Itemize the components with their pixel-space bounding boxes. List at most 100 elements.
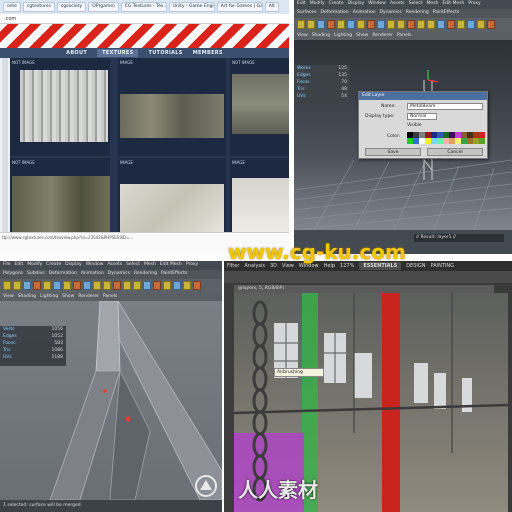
- shelf-tab[interactable]: Rendering: [134, 271, 157, 278]
- workspace-design[interactable]: DESIGN: [406, 263, 425, 269]
- shelf-tab[interactable]: PaintEffects: [161, 271, 187, 278]
- browser-tab[interactable]: cgsociety: [56, 2, 87, 12]
- shelf-tool-icon[interactable]: [327, 20, 335, 29]
- gallery-cell[interactable]: NOT IMAGE: [230, 58, 289, 156]
- document-tab[interactable]: @layers, 5, RGB/8#): [234, 285, 494, 293]
- shelf-tab[interactable]: Dynamics: [108, 271, 130, 278]
- viewport-menu-item[interactable]: Renderer: [372, 33, 393, 39]
- shelf-tool-icon[interactable]: [193, 281, 201, 290]
- viewport-menu-item[interactable]: Lighting: [40, 294, 58, 300]
- viewport-menu-item[interactable]: Show: [62, 294, 74, 300]
- layer-name-input[interactable]: MetalBeam: [407, 103, 483, 110]
- gallery-cell[interactable]: IMAGE: [118, 58, 226, 156]
- shelf-tool-icon[interactable]: [457, 20, 465, 29]
- viewport-menu-item[interactable]: Panels: [397, 33, 411, 39]
- browser-tab[interactable]: cgtextures: [22, 2, 55, 12]
- browser-tab[interactable]: Alt: [264, 2, 279, 12]
- shelf-tool-icon[interactable]: [163, 281, 171, 290]
- shelf-tool-icon[interactable]: [477, 20, 485, 29]
- shelf-tool-icon[interactable]: [387, 20, 395, 29]
- shelf-tool-icon[interactable]: [417, 20, 425, 29]
- viewport-menu-item[interactable]: View: [297, 33, 308, 39]
- texture-thumbnail[interactable]: [20, 70, 108, 142]
- shelf-tab[interactable]: Deformation: [321, 10, 349, 17]
- menu-item[interactable]: Proxy: [186, 262, 198, 269]
- menu-item[interactable]: Create: [46, 262, 61, 269]
- gallery-cell[interactable]: IMAGE: [230, 158, 289, 232]
- menu-item[interactable]: Select: [409, 1, 423, 8]
- menu-item[interactable]: Mesh: [426, 1, 438, 8]
- shelf-tool-icon[interactable]: [133, 281, 141, 290]
- viewport-menu-item[interactable]: Shading: [312, 33, 330, 39]
- address-bar[interactable]: .com: [0, 14, 289, 24]
- viewport-menu-item[interactable]: Renderer: [78, 294, 99, 300]
- menu-item[interactable]: Display: [65, 262, 82, 269]
- shelf-tool-icon[interactable]: [437, 20, 445, 29]
- selected-vertex[interactable]: [125, 416, 131, 422]
- browser-tab[interactable]: OP(game): [88, 2, 119, 12]
- nav-members[interactable]: MEMBERS: [193, 50, 223, 56]
- browser-tab[interactable]: Art for Games | Gam...: [216, 2, 263, 12]
- browser-tab[interactable]: ome: [3, 2, 21, 12]
- workspace-painting[interactable]: PAINTING: [431, 263, 454, 269]
- shelf-tool-icon[interactable]: [487, 20, 495, 29]
- shelf-tool-icon[interactable]: [123, 281, 131, 290]
- display-type-select[interactable]: Normal: [407, 113, 437, 120]
- shelf-tool-icon[interactable]: [377, 20, 385, 29]
- shelf-tool-icon[interactable]: [397, 20, 405, 29]
- viewport-menu-item[interactable]: Show: [356, 33, 368, 39]
- save-button[interactable]: Save: [365, 148, 421, 156]
- shelf-tool-icon[interactable]: [103, 281, 111, 290]
- nav-about[interactable]: ABOUT: [66, 50, 87, 56]
- menu-item[interactable]: Modify: [27, 262, 42, 269]
- shelf-tool-icon[interactable]: [337, 20, 345, 29]
- visible-checkbox[interactable]: Visible: [407, 123, 422, 128]
- shelf-tool-icon[interactable]: [427, 20, 435, 29]
- menu-item[interactable]: Assets: [107, 262, 122, 269]
- browser-tab[interactable]: Unity - Game Engine: [168, 2, 215, 12]
- shelf-tab[interactable]: Subdivs: [27, 271, 45, 278]
- ps-toolbox[interactable]: [224, 283, 234, 512]
- shelf-tool-icon[interactable]: [317, 20, 325, 29]
- shelf-tool-icon[interactable]: [73, 281, 81, 290]
- menu-item[interactable]: Create: [329, 1, 344, 8]
- shelf-tab[interactable]: Polygons: [3, 271, 23, 278]
- viewport-menu-item[interactable]: View: [3, 294, 14, 300]
- texture-thumbnail[interactable]: [120, 184, 224, 232]
- browser-tab[interactable]: CG Textures - Tex...: [120, 2, 167, 12]
- left-scrollbar[interactable]: [2, 58, 8, 232]
- menu-item[interactable]: Mesh: [144, 262, 156, 269]
- shelf-tab[interactable]: PaintEffects: [433, 10, 459, 17]
- menu-item[interactable]: Window: [86, 262, 104, 269]
- shelf-tool-icon[interactable]: [297, 20, 305, 29]
- shelf-tool-icon[interactable]: [83, 281, 91, 290]
- shelf-tool-icon[interactable]: [173, 281, 181, 290]
- menu-item[interactable]: Proxy: [468, 1, 480, 8]
- gallery-cell[interactable]: NOT IMAGE: [10, 58, 110, 156]
- nav-tutorials[interactable]: TUTORIALS: [148, 50, 182, 56]
- texture-thumbnail[interactable]: [232, 178, 289, 232]
- shelf-tool-icon[interactable]: [467, 20, 475, 29]
- texture-thumbnail[interactable]: [12, 176, 110, 232]
- shelf-tool-icon[interactable]: [3, 281, 11, 290]
- shelf-tab[interactable]: Animation: [81, 271, 104, 278]
- menu-item[interactable]: Edit: [297, 1, 306, 8]
- maya-viewport[interactable]: Verts 1056 Edges 1052 Faces 583 Tris 1086 UV…: [0, 300, 222, 501]
- menu-item[interactable]: Edit: [15, 262, 24, 269]
- shelf-tool-icon[interactable]: [13, 281, 21, 290]
- texture-thumbnail[interactable]: [232, 74, 289, 134]
- shelf-tool-icon[interactable]: [347, 20, 355, 29]
- shelf-tool-icon[interactable]: [93, 281, 101, 290]
- shelf-tab[interactable]: Surfaces: [297, 10, 317, 17]
- menu-item[interactable]: Edit Mesh: [160, 262, 182, 269]
- menu-item[interactable]: Window: [368, 1, 386, 8]
- menu-item[interactable]: Modify: [310, 1, 325, 8]
- menu-item[interactable]: Edit Mesh: [442, 1, 464, 8]
- cancel-button[interactable]: Cancel: [427, 148, 483, 156]
- gallery-cell[interactable]: NOT IMAGE: [10, 158, 110, 232]
- shelf-tab[interactable]: Deformation: [49, 271, 77, 278]
- shelf-tool-icon[interactable]: [153, 281, 161, 290]
- gallery-cell[interactable]: IMAGE: [118, 158, 226, 232]
- viewport-menu-item[interactable]: Lighting: [334, 33, 352, 39]
- nav-textures[interactable]: TEXTURES: [97, 49, 139, 57]
